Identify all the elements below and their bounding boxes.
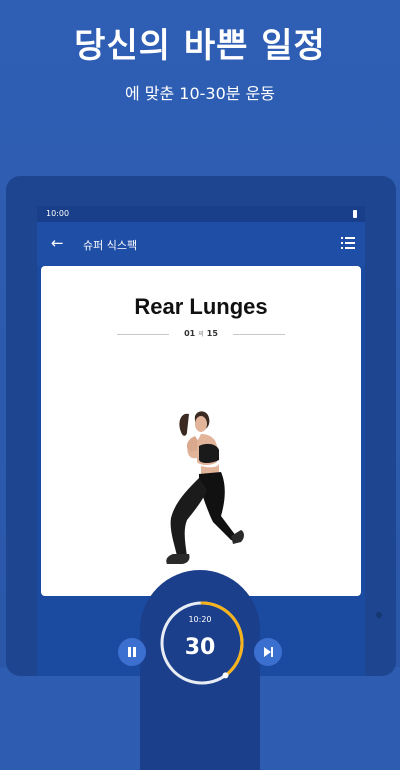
promo-headline: 당신의 바쁜 일정 — [74, 26, 326, 66]
exercise-name: Rear Lunges — [134, 294, 268, 319]
exercise-card: Rear Lunges 01 의 15 — [41, 266, 361, 596]
exercise-counter: 01 의 15 — [41, 328, 361, 340]
exercise-total: 15 — [206, 329, 218, 338]
divider — [233, 334, 285, 335]
promo-subline: 에 맞춘 10-30분 운동 — [124, 84, 276, 103]
app-title: 슈퍼 식스팩 — [83, 239, 138, 252]
battery-icon — [353, 210, 357, 218]
status-bar: 10:00 — [37, 206, 365, 222]
timer-total: 10:20 — [188, 615, 212, 624]
skip-next-icon — [264, 647, 273, 657]
app-bar: ← 슈퍼 식스팩 — [37, 222, 365, 266]
divider — [117, 334, 169, 335]
exercise-of: 의 — [198, 331, 204, 338]
pause-icon — [128, 647, 136, 657]
skip-next-button[interactable] — [254, 638, 282, 666]
status-time: 10:00 — [46, 209, 70, 218]
list-icon[interactable] — [341, 237, 355, 249]
exercise-current: 01 — [184, 329, 196, 338]
timer-remaining: 30 — [184, 635, 216, 660]
timer-knob — [222, 672, 229, 679]
pause-button[interactable] — [118, 638, 146, 666]
exercise-illustration — [166, 411, 244, 564]
back-arrow-icon[interactable]: ← — [51, 234, 64, 252]
